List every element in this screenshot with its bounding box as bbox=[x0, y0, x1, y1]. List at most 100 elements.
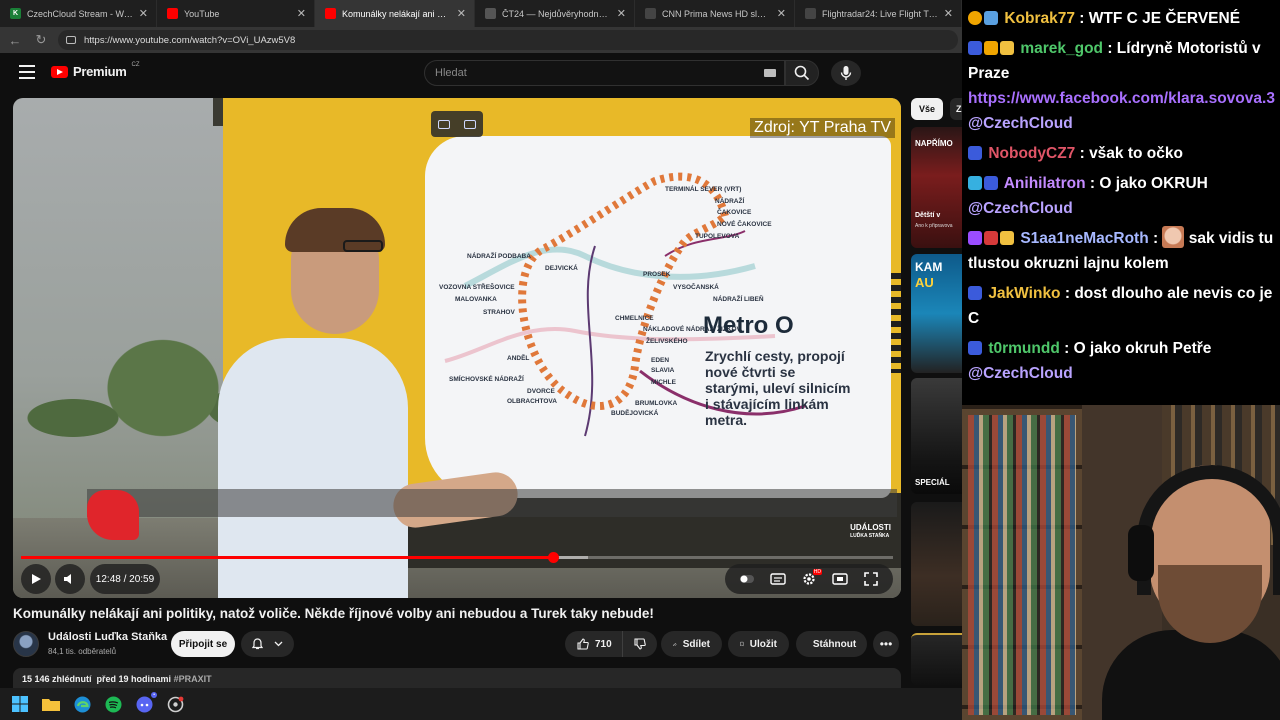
download-button[interactable]: Stáhnout bbox=[796, 631, 867, 657]
map-station-label: OLBRACHTOVA bbox=[507, 398, 557, 405]
chat-username[interactable]: S1aa1neMacRoth bbox=[1020, 230, 1148, 247]
settings-icon[interactable]: HD bbox=[799, 569, 822, 588]
tab-favicon-icon bbox=[485, 8, 496, 19]
recommended-thumbnail-4[interactable] bbox=[911, 502, 962, 626]
streaming-app-icon[interactable] bbox=[165, 694, 185, 714]
video-player[interactable]: TERMINÁL SEVER (VRT) NÁDRAŽÍ ČAKOVICE NOVÉ … bbox=[13, 98, 901, 598]
chat-badge-icon bbox=[968, 11, 982, 25]
tab-close-icon[interactable]: ✕ bbox=[944, 7, 953, 20]
map-station-label: NÁDRAŽÍ bbox=[715, 198, 745, 205]
voice-search-button[interactable] bbox=[831, 60, 861, 86]
lower-third-logo bbox=[87, 490, 139, 540]
fullscreen-icon[interactable] bbox=[861, 570, 881, 588]
menu-icon[interactable] bbox=[19, 65, 35, 79]
chat-badge-icon bbox=[1000, 41, 1014, 55]
browser-tab[interactable]: CNN Prima News HD sledujte onli ✕ bbox=[635, 0, 795, 27]
tab-favicon-icon: K bbox=[10, 8, 21, 19]
play-button[interactable] bbox=[21, 564, 51, 594]
chat-message: NobodyCZ7 : však to očko bbox=[968, 141, 1274, 166]
like-button[interactable]: 710 bbox=[565, 631, 623, 657]
more-actions-button[interactable]: ••• bbox=[873, 631, 899, 657]
map-station-label: NÁDRAŽÍ LIBEŇ bbox=[713, 296, 764, 303]
discord-badge-icon: • bbox=[151, 692, 157, 698]
chat-username[interactable]: Kobrak77 bbox=[1004, 10, 1075, 27]
browser-tab[interactable]: YouTube ✕ bbox=[157, 0, 315, 27]
subscription-bell-button[interactable] bbox=[241, 631, 294, 657]
search-placeholder: Hledat bbox=[435, 67, 467, 79]
recommended-thumbnail-1[interactable]: NAPŘÍMO Dětští v Ano k připravova bbox=[911, 127, 962, 248]
chat-badge-icon bbox=[968, 41, 982, 55]
screen: KCzechCloud Stream - Watch Live o✕YouTub… bbox=[0, 0, 1280, 720]
cast-icon[interactable] bbox=[464, 119, 476, 129]
tab-close-icon[interactable]: ✕ bbox=[457, 7, 466, 20]
reload-icon[interactable]: ↻ bbox=[30, 29, 52, 51]
progress-scrubber[interactable] bbox=[547, 552, 559, 563]
keyboard-icon[interactable] bbox=[764, 69, 776, 77]
search-button[interactable] bbox=[785, 60, 819, 86]
volume-button[interactable] bbox=[55, 564, 85, 594]
edge-browser-icon[interactable] bbox=[72, 694, 92, 714]
autoplay-toggle-icon[interactable] bbox=[737, 570, 757, 588]
recommended-thumbnail-2[interactable]: KAM AU bbox=[911, 254, 962, 373]
save-button[interactable]: Uložit bbox=[728, 631, 789, 657]
progress-bar[interactable] bbox=[21, 552, 893, 563]
tab-close-icon[interactable]: ✕ bbox=[297, 7, 306, 20]
tab-close-icon[interactable]: ✕ bbox=[777, 7, 786, 20]
browser-tab[interactable]: Flightradar24: Live Flight Tracker ✕ bbox=[795, 0, 962, 27]
tab-close-icon[interactable]: ✕ bbox=[617, 7, 626, 20]
map-station-label: CHMELNICE bbox=[615, 315, 654, 322]
browser-tab[interactable]: K CzechCloud Stream - Watch Live o ✕ bbox=[0, 0, 157, 27]
file-explorer-icon[interactable] bbox=[41, 694, 61, 714]
map-station-label: MICHLE bbox=[651, 379, 676, 386]
thumb-3-title: SPECIÁL bbox=[915, 478, 950, 487]
windows-start-icon[interactable] bbox=[10, 694, 30, 714]
share-button[interactable]: Sdílet bbox=[661, 631, 722, 657]
miniplayer-icon[interactable] bbox=[438, 119, 450, 129]
publish-time: před 19 hodinami bbox=[96, 674, 172, 684]
map-station-label: EDEN bbox=[651, 357, 670, 364]
chat-link[interactable]: https://www.facebook.com/klara.sovova.3 bbox=[968, 90, 1275, 107]
chat-username[interactable]: marek_god bbox=[1020, 40, 1103, 57]
recommended-thumbnail-3[interactable]: SPECIÁL bbox=[911, 378, 962, 494]
tab-label: CzechCloud Stream - Watch Live o bbox=[27, 8, 133, 19]
chat-text: O jako okruh Petře bbox=[1073, 340, 1212, 357]
tab-close-icon[interactable]: ✕ bbox=[139, 7, 148, 20]
chat-mention[interactable]: @CzechCloud bbox=[968, 200, 1073, 217]
chat-mention[interactable]: @CzechCloud bbox=[968, 365, 1073, 382]
map-station-label: DEJVICKÁ bbox=[545, 265, 578, 272]
time-text: 12:48 / 20:59 bbox=[95, 573, 155, 585]
discord-icon[interactable]: • bbox=[134, 692, 157, 714]
theater-mode-icon[interactable] bbox=[830, 570, 850, 588]
search-input[interactable]: Hledat bbox=[424, 60, 785, 86]
bell-icon bbox=[252, 638, 264, 650]
chat-mention[interactable]: @CzechCloud bbox=[968, 115, 1073, 132]
chat-username[interactable]: NobodyCZ7 bbox=[988, 145, 1075, 162]
chip-all[interactable]: Vše bbox=[911, 98, 943, 120]
map-station-label: NÁDRAŽÍ PODBABA bbox=[467, 253, 531, 260]
tab-favicon-icon bbox=[805, 8, 816, 19]
chat-username[interactable]: JakWinko bbox=[988, 285, 1060, 302]
channel-name[interactable]: Události Luďka Staňka bbox=[48, 631, 167, 643]
youtube-logo[interactable]: Premium CZ bbox=[51, 62, 140, 79]
spotify-icon[interactable] bbox=[103, 694, 123, 714]
channel-avatar[interactable] bbox=[13, 631, 39, 657]
map-station-label: NOVÉ ČAKOVICE bbox=[717, 221, 772, 228]
recommended-thumbnail-5[interactable] bbox=[911, 633, 962, 685]
site-info-icon[interactable] bbox=[66, 36, 76, 44]
chat-username[interactable]: t0rmundd bbox=[988, 340, 1059, 357]
browser-toolbar: ← ↻ https://www.youtube.com/watch?v=OVi_… bbox=[0, 27, 962, 53]
browser-tab[interactable]: Komunálky nelákají ani politiky, na ✕ bbox=[315, 0, 475, 27]
join-button[interactable]: Připojit se bbox=[171, 631, 235, 657]
thumb-1-subtitle: Dětští v bbox=[915, 212, 941, 219]
chat-badge-icon bbox=[984, 41, 998, 55]
address-bar[interactable]: https://www.youtube.com/watch?v=OVi_UAzw… bbox=[58, 30, 958, 50]
chat-message: Kobrak77 : WTF C JE ČERVENÉ bbox=[968, 6, 1274, 31]
dislike-button[interactable] bbox=[623, 631, 657, 657]
browser-tab[interactable]: ČT24 — Nejdůvěryhodnější zprav ✕ bbox=[475, 0, 635, 27]
subtitles-icon[interactable] bbox=[768, 570, 788, 588]
back-icon[interactable]: ← bbox=[4, 29, 26, 51]
hashtag-link[interactable]: #PRAXIT bbox=[174, 674, 212, 684]
volume-icon bbox=[64, 574, 71, 584]
tab-favicon-icon bbox=[325, 8, 336, 19]
chat-username[interactable]: Anihilatron bbox=[1004, 175, 1086, 192]
